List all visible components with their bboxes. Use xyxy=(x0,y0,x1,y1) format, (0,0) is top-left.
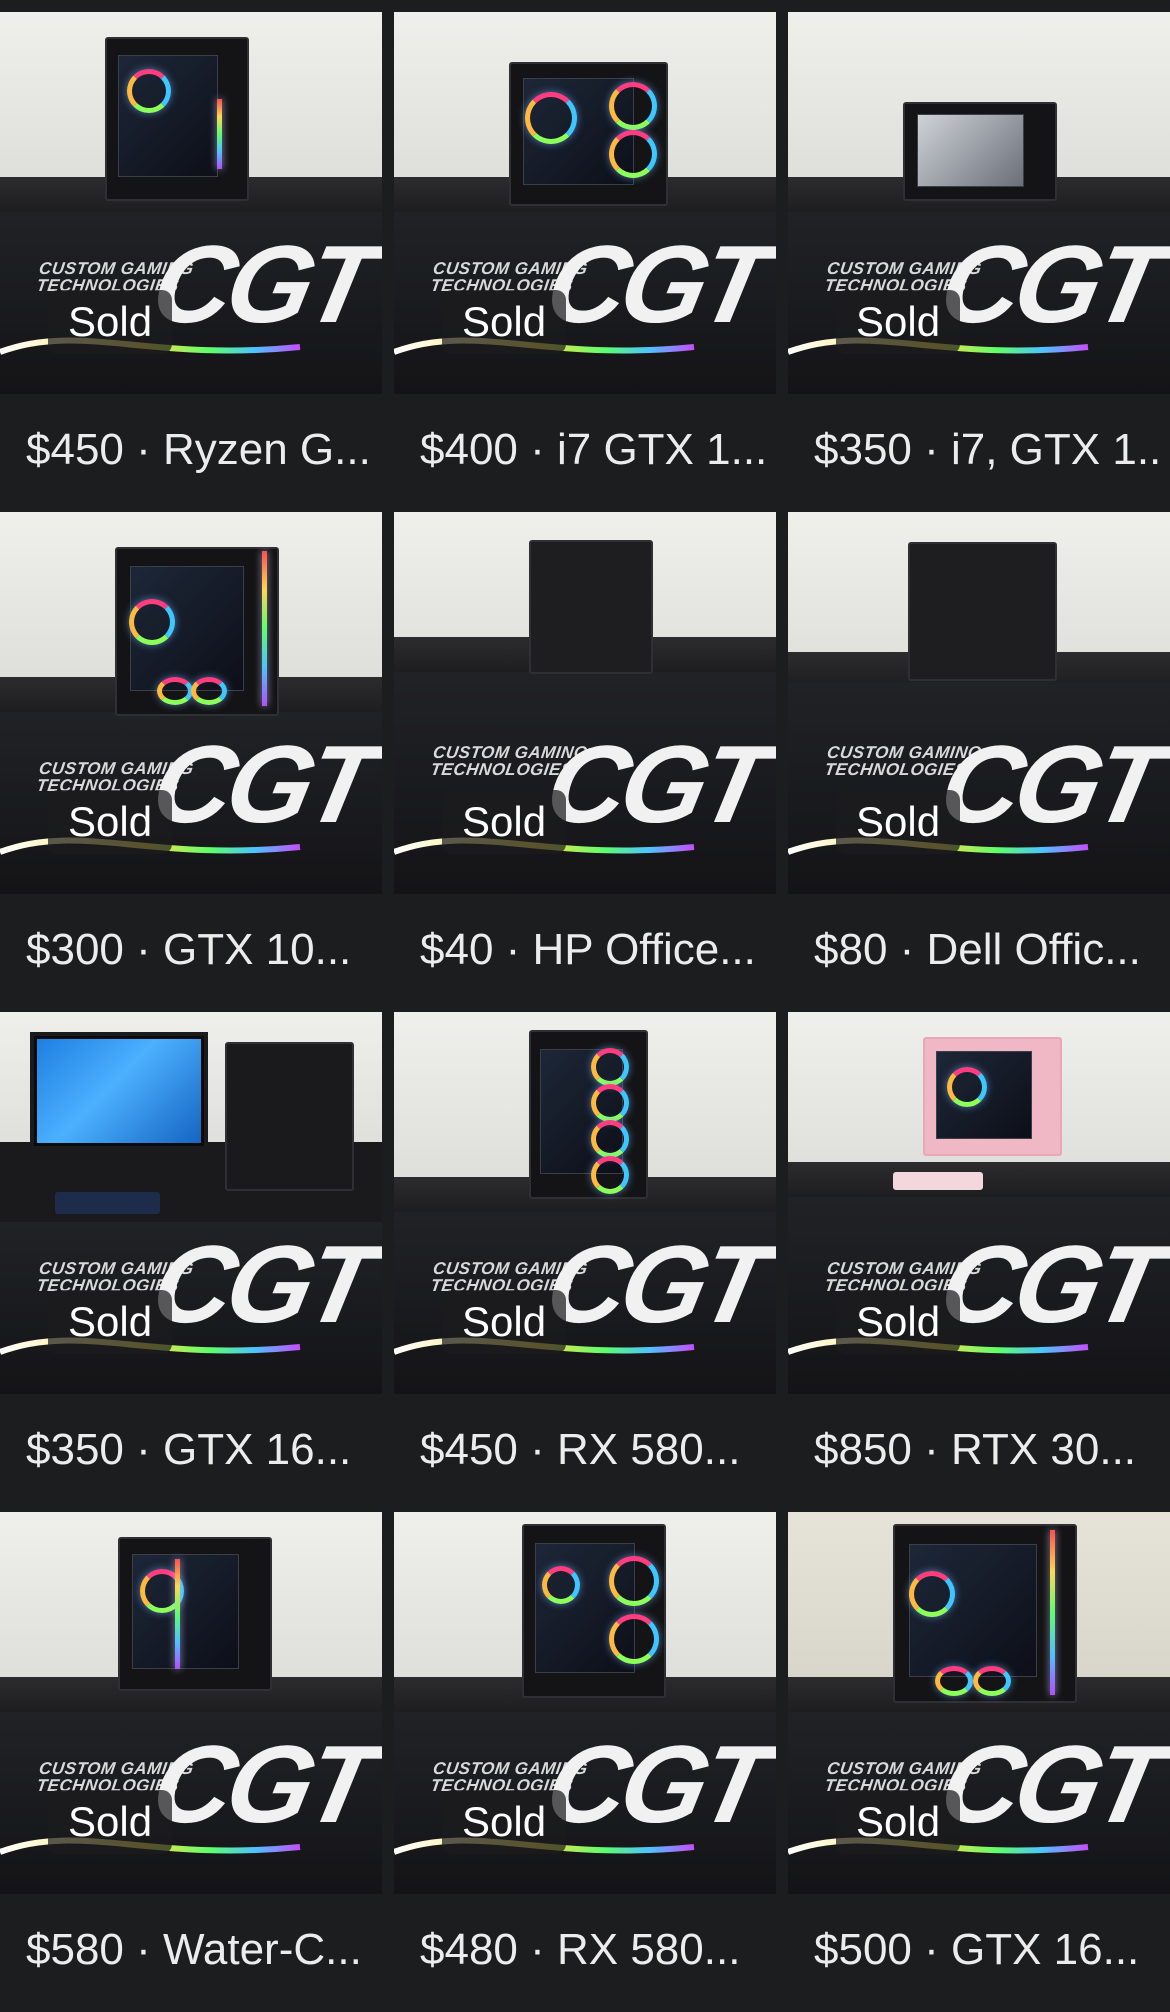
listing-photo[interactable]: CUSTOM GAMING TECHNOLOGIES CGT Sold xyxy=(0,1012,382,1394)
listing-caption[interactable]: $450 · RX 580... xyxy=(420,1424,770,1476)
sold-badge: Sold xyxy=(836,290,961,354)
listing-photo[interactable]: CUSTOM GAMING TECHNOLOGIES CGT Sold xyxy=(394,1512,776,1894)
pc-case-image xyxy=(529,540,653,674)
listing-caption[interactable]: $40 · HP Office... xyxy=(420,924,770,976)
listing-card[interactable]: CUSTOM GAMING TECHNOLOGIES CGT Sold $350 … xyxy=(788,12,1170,512)
sold-badge: Sold xyxy=(48,1290,173,1354)
listing-caption[interactable]: $580 · Water-C... xyxy=(26,1924,376,1976)
listing-card[interactable]: CUSTOM GAMING TECHNOLOGIES CGT Sold $350 … xyxy=(0,1012,382,1512)
listing-caption[interactable]: $80 · Dell Offic... xyxy=(814,924,1164,976)
listing-photo[interactable]: CUSTOM GAMING TECHNOLOGIES CGT Sold xyxy=(788,1512,1170,1894)
listing-card[interactable]: CUSTOM GAMING TECHNOLOGIES CGT Sold $500 … xyxy=(788,1512,1170,2012)
listing-photo[interactable]: CUSTOM GAMING TECHNOLOGIES CGT Sold xyxy=(0,512,382,894)
sold-badge: Sold xyxy=(442,1790,567,1854)
sold-badge: Sold xyxy=(442,790,567,854)
monitor-image xyxy=(30,1032,208,1150)
listing-photo[interactable]: CUSTOM GAMING TECHNOLOGIES CGT Sold xyxy=(394,12,776,394)
listing-caption[interactable]: $400 · i7 GTX 1... xyxy=(420,424,770,476)
pc-case-image xyxy=(509,62,668,206)
sold-badge: Sold xyxy=(836,1790,961,1854)
pc-case-image xyxy=(118,1537,272,1691)
listing-caption[interactable]: $850 · RTX 30... xyxy=(814,1424,1164,1476)
listing-photo[interactable]: CUSTOM GAMING TECHNOLOGIES CGT Sold xyxy=(394,1012,776,1394)
listing-photo[interactable]: CUSTOM GAMING TECHNOLOGIES CGT Sold xyxy=(0,12,382,394)
listing-card[interactable]: CUSTOM GAMING TECHNOLOGIES CGT Sold $480 … xyxy=(394,1512,776,2012)
listing-card[interactable]: CUSTOM GAMING TECHNOLOGIES CGT Sold $850 … xyxy=(788,1012,1170,1512)
keyboard-image xyxy=(55,1192,160,1214)
sold-badge: Sold xyxy=(442,1290,567,1354)
listing-photo[interactable]: CUSTOM GAMING TECHNOLOGIES CGT Sold xyxy=(0,1512,382,1894)
listing-card[interactable]: CUSTOM GAMING TECHNOLOGIES CGT Sold $300 … xyxy=(0,512,382,1012)
marketplace-grid: CUSTOM GAMING TECHNOLOGIES CGT Sold $450 … xyxy=(0,12,1170,2012)
listing-photo[interactable]: CUSTOM GAMING TECHNOLOGIES CGT Sold xyxy=(394,512,776,894)
sold-badge: Sold xyxy=(48,790,173,854)
listing-caption[interactable]: $350 · i7, GTX 1... xyxy=(814,424,1164,476)
listing-caption[interactable]: $450 · Ryzen G... xyxy=(26,424,376,476)
sold-badge: Sold xyxy=(836,1290,961,1354)
pc-case-image xyxy=(115,547,279,716)
listing-caption[interactable]: $500 · GTX 16... xyxy=(814,1924,1164,1976)
sold-badge: Sold xyxy=(48,1790,173,1854)
sold-badge: Sold xyxy=(48,290,173,354)
listing-caption[interactable]: $300 · GTX 10... xyxy=(26,924,376,976)
listing-card[interactable]: CUSTOM GAMING TECHNOLOGIES CGT Sold $580 … xyxy=(0,1512,382,2012)
pc-case-image xyxy=(225,1042,354,1191)
pc-case-image xyxy=(908,542,1057,681)
keyboard-image xyxy=(893,1172,983,1190)
listing-caption[interactable]: $480 · RX 580... xyxy=(420,1924,770,1976)
listing-card[interactable]: CUSTOM GAMING TECHNOLOGIES CGT Sold $450 … xyxy=(0,12,382,512)
listing-photo[interactable]: CUSTOM GAMING TECHNOLOGIES CGT Sold xyxy=(788,1012,1170,1394)
pc-case-image xyxy=(893,1524,1077,1703)
listing-card[interactable]: CUSTOM GAMING TECHNOLOGIES CGT Sold $450 … xyxy=(394,1012,776,1512)
pc-case-image xyxy=(923,1037,1062,1156)
pc-case-image xyxy=(903,102,1057,201)
listing-card[interactable]: CUSTOM GAMING TECHNOLOGIES CGT Sold $80 ·… xyxy=(788,512,1170,1012)
pc-case-image xyxy=(105,37,249,201)
listing-card[interactable]: CUSTOM GAMING TECHNOLOGIES CGT Sold $400 … xyxy=(394,12,776,512)
sold-badge: Sold xyxy=(836,790,961,854)
pc-case-image xyxy=(529,1030,648,1199)
listing-photo[interactable]: CUSTOM GAMING TECHNOLOGIES CGT Sold xyxy=(788,512,1170,894)
listing-card[interactable]: CUSTOM GAMING TECHNOLOGIES CGT Sold $40 ·… xyxy=(394,512,776,1012)
sold-badge: Sold xyxy=(442,290,567,354)
listing-caption[interactable]: $350 · GTX 16... xyxy=(26,1424,376,1476)
pc-case-image xyxy=(522,1524,666,1698)
listing-photo[interactable]: CUSTOM GAMING TECHNOLOGIES CGT Sold xyxy=(788,12,1170,394)
